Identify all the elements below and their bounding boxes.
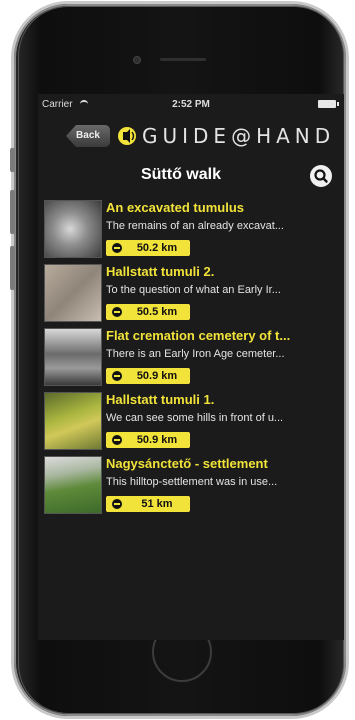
list-item[interactable]: An excavated tumulus The remains of an a…: [38, 198, 344, 262]
distance-badge: 50.9 km: [106, 368, 190, 384]
earpiece-speaker: [160, 58, 206, 61]
search-button[interactable]: [310, 165, 332, 187]
item-description: The remains of an already excavat...: [106, 220, 284, 232]
site-thumbnail: [44, 456, 102, 514]
site-thumbnail: [44, 200, 102, 258]
item-description: There is an Early Iron Age cemeter...: [106, 348, 285, 360]
front-camera: [133, 56, 141, 64]
distance-icon: [112, 435, 122, 445]
list-item[interactable]: Hallstatt tumuli 1. We can see some hill…: [38, 390, 344, 454]
item-title: Nagysánctető - settlement: [106, 456, 268, 471]
site-thumbnail: [44, 328, 102, 386]
item-description: This hilltop-settlement was in use...: [106, 476, 278, 488]
item-title: Hallstatt tumuli 2.: [106, 264, 215, 279]
volume-down-button: [10, 246, 15, 290]
page-title: Süttő walk: [140, 166, 221, 183]
title-bar: Süttő walk: [38, 156, 344, 196]
distance-icon: [112, 307, 122, 317]
volume-up-button: [10, 190, 15, 234]
distance-value: 50.2 km: [136, 242, 178, 254]
item-title: Flat cremation cemetery of t...: [106, 328, 291, 343]
battery-icon: [318, 100, 339, 108]
site-thumbnail: [44, 392, 102, 450]
status-bar: Carrier 2:52 PM: [38, 94, 344, 116]
mute-switch: [10, 148, 15, 172]
search-icon: [314, 169, 328, 183]
back-button[interactable]: Back: [66, 125, 110, 147]
site-thumbnail: [44, 264, 102, 322]
distance-badge: 50.9 km: [106, 432, 190, 448]
distance-value: 50.9 km: [136, 370, 178, 382]
guide-logo-icon: [118, 127, 136, 145]
distance-badge: 50.2 km: [106, 240, 190, 256]
list-item[interactable]: Nagysánctető - settlement This hilltop-s…: [38, 454, 344, 518]
list-item[interactable]: Flat cremation cemetery of t... There is…: [38, 326, 344, 390]
app-logo-text: GUIDE@HAND: [142, 124, 336, 148]
distance-value: 50.5 km: [136, 306, 178, 318]
item-title: An excavated tumulus: [106, 200, 244, 215]
distance-value: 50.9 km: [136, 434, 178, 446]
distance-icon: [112, 499, 122, 509]
distance-icon: [112, 371, 122, 381]
list-item[interactable]: Hallstatt tumuli 2. To the question of w…: [38, 262, 344, 326]
item-description: We can see some hills in front of u...: [106, 412, 284, 424]
status-time: 2:52 PM: [172, 99, 210, 110]
distance-badge: 51 km: [106, 496, 190, 512]
distance-icon: [112, 243, 122, 253]
app-header: Back GUIDE@HAND: [38, 116, 344, 156]
app-screen: Carrier 2:52 PM Back GUIDE@HAND Süttő wa…: [38, 94, 344, 640]
distance-value: 51 km: [141, 498, 173, 510]
item-description: To the question of what an Early Ir...: [106, 284, 281, 296]
item-title: Hallstatt tumuli 1.: [106, 392, 215, 407]
distance-badge: 50.5 km: [106, 304, 190, 320]
